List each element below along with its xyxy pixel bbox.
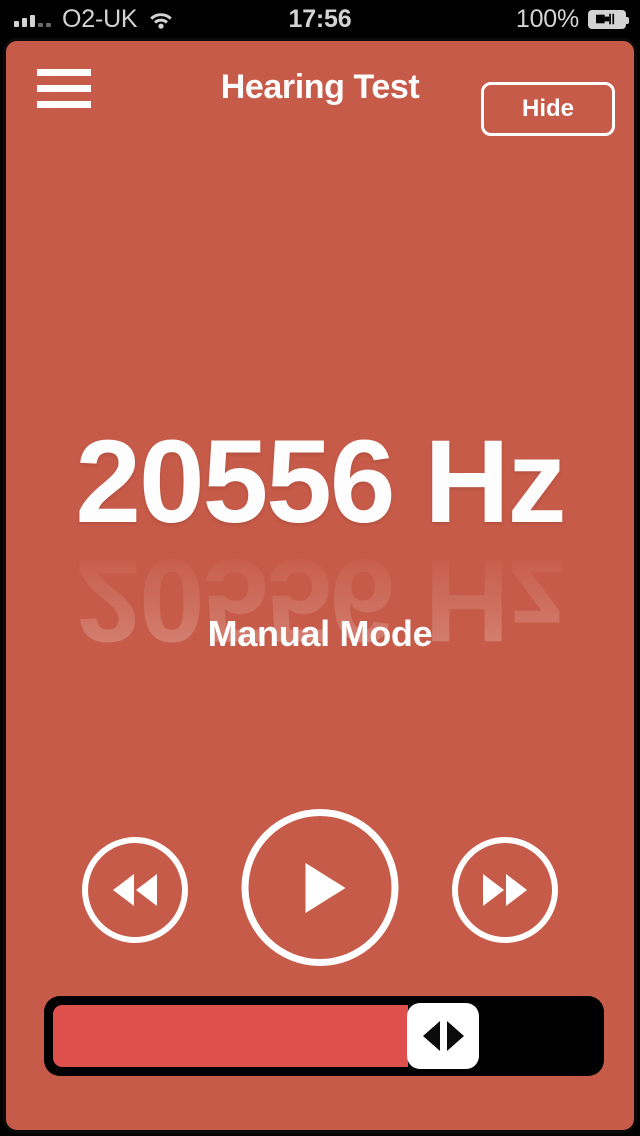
status-bar-right: 100% — [515, 0, 629, 38]
battery-charging-icon — [588, 9, 629, 29]
hide-button[interactable]: Hide — [481, 82, 615, 136]
app-content-area: Hearing Test Hide 20556 Hz 20556 Hz Manu… — [3, 38, 637, 1133]
clock-label: 17:56 — [288, 4, 352, 33]
phone-screen: O2-UK 17:56 100% Hearing Test Hide 20556… — [0, 0, 640, 1136]
battery-percent-label: 100% — [515, 4, 579, 33]
play-button[interactable] — [241, 809, 399, 966]
status-bar: O2-UK 17:56 100% — [0, 0, 640, 38]
frequency-slider[interactable] — [44, 996, 604, 1076]
play-icon — [305, 862, 345, 913]
arrow-left-icon — [422, 1021, 440, 1051]
fast-forward-button[interactable] — [452, 837, 558, 943]
arrow-right-icon — [446, 1021, 464, 1051]
slider-fill — [53, 1005, 408, 1067]
slider-track[interactable] — [53, 1005, 595, 1067]
transport-controls — [6, 809, 634, 969]
rewind-button[interactable] — [82, 837, 188, 943]
slider-thumb[interactable] — [407, 1003, 479, 1069]
frequency-value: 20556 Hz — [75, 416, 566, 548]
rewind-icon — [113, 874, 157, 906]
frequency-display: 20556 Hz 20556 Hz — [6, 416, 634, 666]
mode-label: Manual Mode — [207, 613, 433, 654]
fast-forward-icon — [483, 874, 527, 906]
nav-bar: Hearing Test Hide — [6, 41, 634, 137]
